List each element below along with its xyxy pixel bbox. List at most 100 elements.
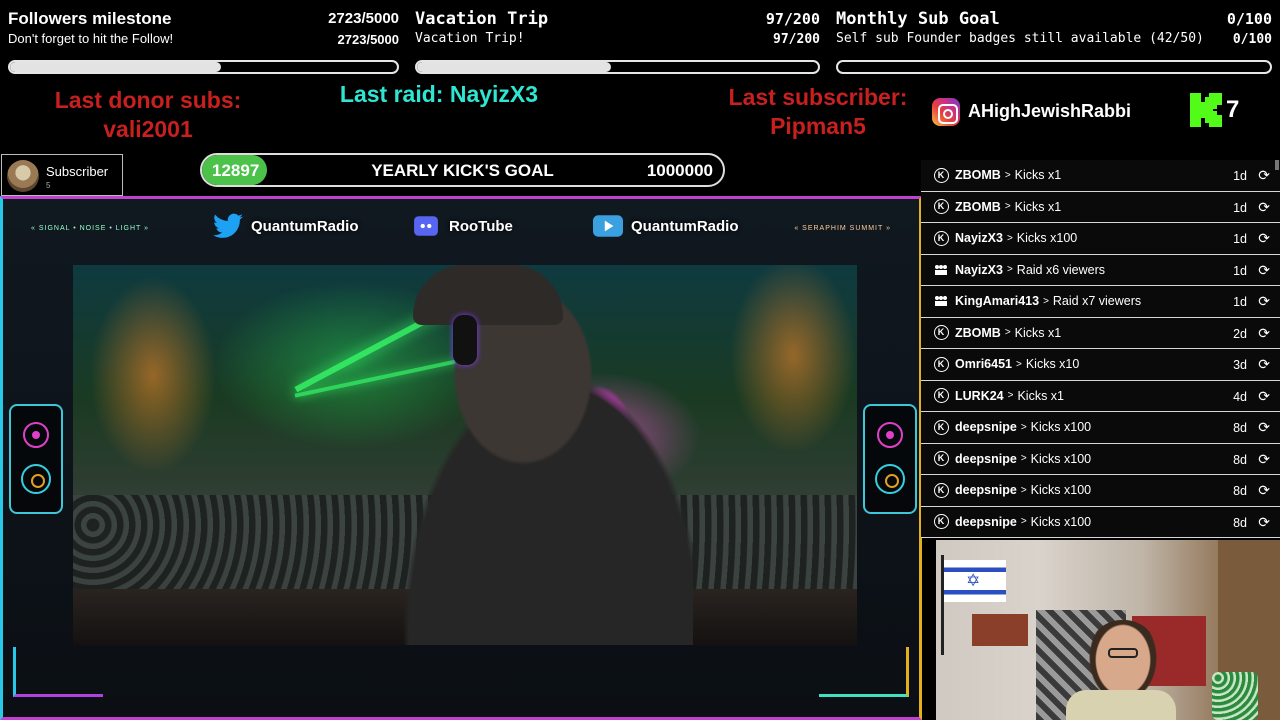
last-raid: Last raid: NayizX3 <box>339 81 539 107</box>
event-user: KingAmari413 <box>955 294 1040 309</box>
separator-icon: > <box>1006 232 1013 244</box>
event-age: 2d <box>1233 326 1247 341</box>
event-age: 1d <box>1233 232 1247 246</box>
event-action: Kicks x10 <box>1025 357 1080 372</box>
separator-icon: > <box>1043 295 1049 307</box>
streamer-shirt <box>1066 690 1176 720</box>
knob-icon <box>23 422 49 448</box>
twitter-icon <box>213 213 243 238</box>
kick-coin-icon: K <box>933 167 949 183</box>
event-action: Kicks x1 <box>1014 168 1062 183</box>
yearly-kicks-goal: 12897 YEARLY KICK'S GOAL 1000000 <box>200 153 725 187</box>
goal-count-secondary: 97/200 <box>773 32 820 47</box>
event-user: ZBOMB <box>955 199 1001 214</box>
kick-logo-icon <box>1190 93 1222 127</box>
event-action: Kicks x100 <box>1030 451 1092 466</box>
goal-vacation: Vacation Trip 97/200 Vacation Trip! 97/2… <box>415 0 820 80</box>
social-twitter: QuantumRadio <box>213 211 359 241</box>
kick-coin-icon: K <box>933 199 949 215</box>
replay-icon[interactable]: ⟳ <box>1258 482 1270 499</box>
replay-icon[interactable]: ⟳ <box>1258 388 1270 405</box>
last-subscriber: Last subscriber: Pipman5 <box>705 83 931 141</box>
replay-icon[interactable]: ⟳ <box>1258 451 1270 468</box>
event-age: 8d <box>1233 484 1247 498</box>
wall-poster <box>972 614 1028 646</box>
hud-label-left: « SIGNAL • NOISE • LIGHT » <box>31 225 150 232</box>
knob-icon <box>21 464 51 494</box>
goal-subtitle: Vacation Trip! <box>415 31 525 46</box>
knob-icon <box>875 464 905 494</box>
yearly-target: 1000000 <box>646 161 713 180</box>
replay-icon[interactable]: ⟳ <box>1258 419 1270 436</box>
kick-coin-icon: K <box>933 419 949 435</box>
event-row: NayizX3 > Raid x6 viewers 1d ⟳ <box>921 255 1280 286</box>
headset <box>453 315 477 365</box>
kick-follower-count: 7 <box>1226 96 1240 123</box>
raid-icon <box>933 293 949 309</box>
event-age: 1d <box>1233 200 1247 215</box>
event-feed: K ZBOMB > Kicks x1 1d ⟳ K ZBOMB > Kicks x1 1d ⟳ K Nay… <box>921 160 1280 538</box>
goal-monthly-sub: Monthly Sub Goal 0/100 Self sub Founder … <box>836 0 1272 80</box>
replay-icon[interactable]: ⟳ <box>1258 230 1270 247</box>
stream-scene <box>73 265 857 645</box>
event-row: Kdeepsnipe > Kicks x100 8d ⟳ <box>921 412 1280 444</box>
event-age: 1d <box>1233 295 1247 309</box>
goal-count: 0/100 <box>1226 10 1272 28</box>
event-row: KingAmari413 > Raid x7 viewers 1d ⟳ <box>921 286 1280 318</box>
goal-title: Vacation Trip <box>415 9 549 29</box>
separator-icon: > <box>1015 358 1022 370</box>
separator-icon: > <box>1007 390 1014 402</box>
knob-icon <box>877 422 903 448</box>
glasses <box>1108 648 1138 658</box>
event-row: Kdeepsnipe > Kicks x100 8d ⟳ <box>921 444 1280 475</box>
last-subscriber-value: Pipman5 <box>770 113 866 139</box>
youtube-handle: QuantumRadio <box>631 217 739 235</box>
replay-icon[interactable]: ⟳ <box>1258 325 1270 342</box>
event-age: 8d <box>1233 452 1247 467</box>
stream-video-frame: « SIGNAL • NOISE • LIGHT » « SERAPHIM SU… <box>0 196 922 720</box>
raid-icon <box>933 262 949 278</box>
event-row: K NayizX3 > Kicks x100 1d ⟳ <box>921 223 1280 255</box>
goal-subtitle: Self sub Founder badges still available … <box>836 31 1204 46</box>
kick-coin-icon: K <box>933 356 949 372</box>
kick-coin-icon: K <box>933 325 949 341</box>
event-user: ZBOMB <box>955 325 1001 340</box>
event-action: Kicks x1 <box>1014 199 1062 214</box>
event-action: Raid x6 viewers <box>1016 262 1106 277</box>
last-donor-label: Last donor subs: <box>54 87 242 113</box>
kick-coin-icon: K <box>933 514 949 530</box>
yearly-title: YEARLY KICK'S GOAL <box>371 161 554 180</box>
separator-icon: > <box>1020 516 1027 528</box>
replay-icon[interactable]: ⟳ <box>1258 356 1270 373</box>
kick-coin-icon: K <box>933 482 949 498</box>
event-user: LURK24 <box>955 388 1004 403</box>
event-age: 1d <box>1233 263 1247 278</box>
instagram-icon <box>932 98 960 126</box>
hud-label-right: « SERAPHIM SUMMIT » <box>794 225 891 232</box>
subscriber-label: Subscriber <box>46 164 109 179</box>
replay-icon[interactable]: ⟳ <box>1258 514 1270 531</box>
replay-icon[interactable]: ⟳ <box>1258 293 1270 310</box>
event-action: Kicks x1 <box>1014 325 1062 340</box>
replay-icon[interactable]: ⟳ <box>1258 167 1270 184</box>
goal-count-secondary: 0/100 <box>1232 32 1272 47</box>
replay-icon[interactable]: ⟳ <box>1258 262 1270 279</box>
separator-icon: > <box>1020 484 1027 496</box>
event-list: K ZBOMB > Kicks x1 1d ⟳ K ZBOMB > Kicks x1 1d ⟳ K Nay… <box>921 160 1280 538</box>
event-action: Kicks x100 <box>1030 420 1092 435</box>
replay-icon[interactable]: ⟳ <box>1258 199 1270 216</box>
event-user: deepsnipe <box>955 514 1017 529</box>
discord-icon <box>414 216 438 236</box>
event-user: Omri6451 <box>955 357 1012 372</box>
event-user: deepsnipe <box>955 420 1017 435</box>
goal-progress-fill <box>417 62 612 72</box>
last-subscriber-label: Last subscriber: <box>728 84 908 110</box>
event-row: K ZBOMB > Kicks x1 1d ⟳ <box>921 160 1280 192</box>
twitter-handle: QuantumRadio <box>251 217 359 235</box>
event-action: Kicks x100 <box>1030 514 1092 529</box>
event-user: deepsnipe <box>955 483 1017 498</box>
separator-icon: > <box>1020 421 1027 433</box>
kick-coin-icon: K <box>933 230 949 246</box>
social-youtube: QuantumRadio <box>593 211 739 241</box>
event-user: ZBOMB <box>955 168 1001 183</box>
